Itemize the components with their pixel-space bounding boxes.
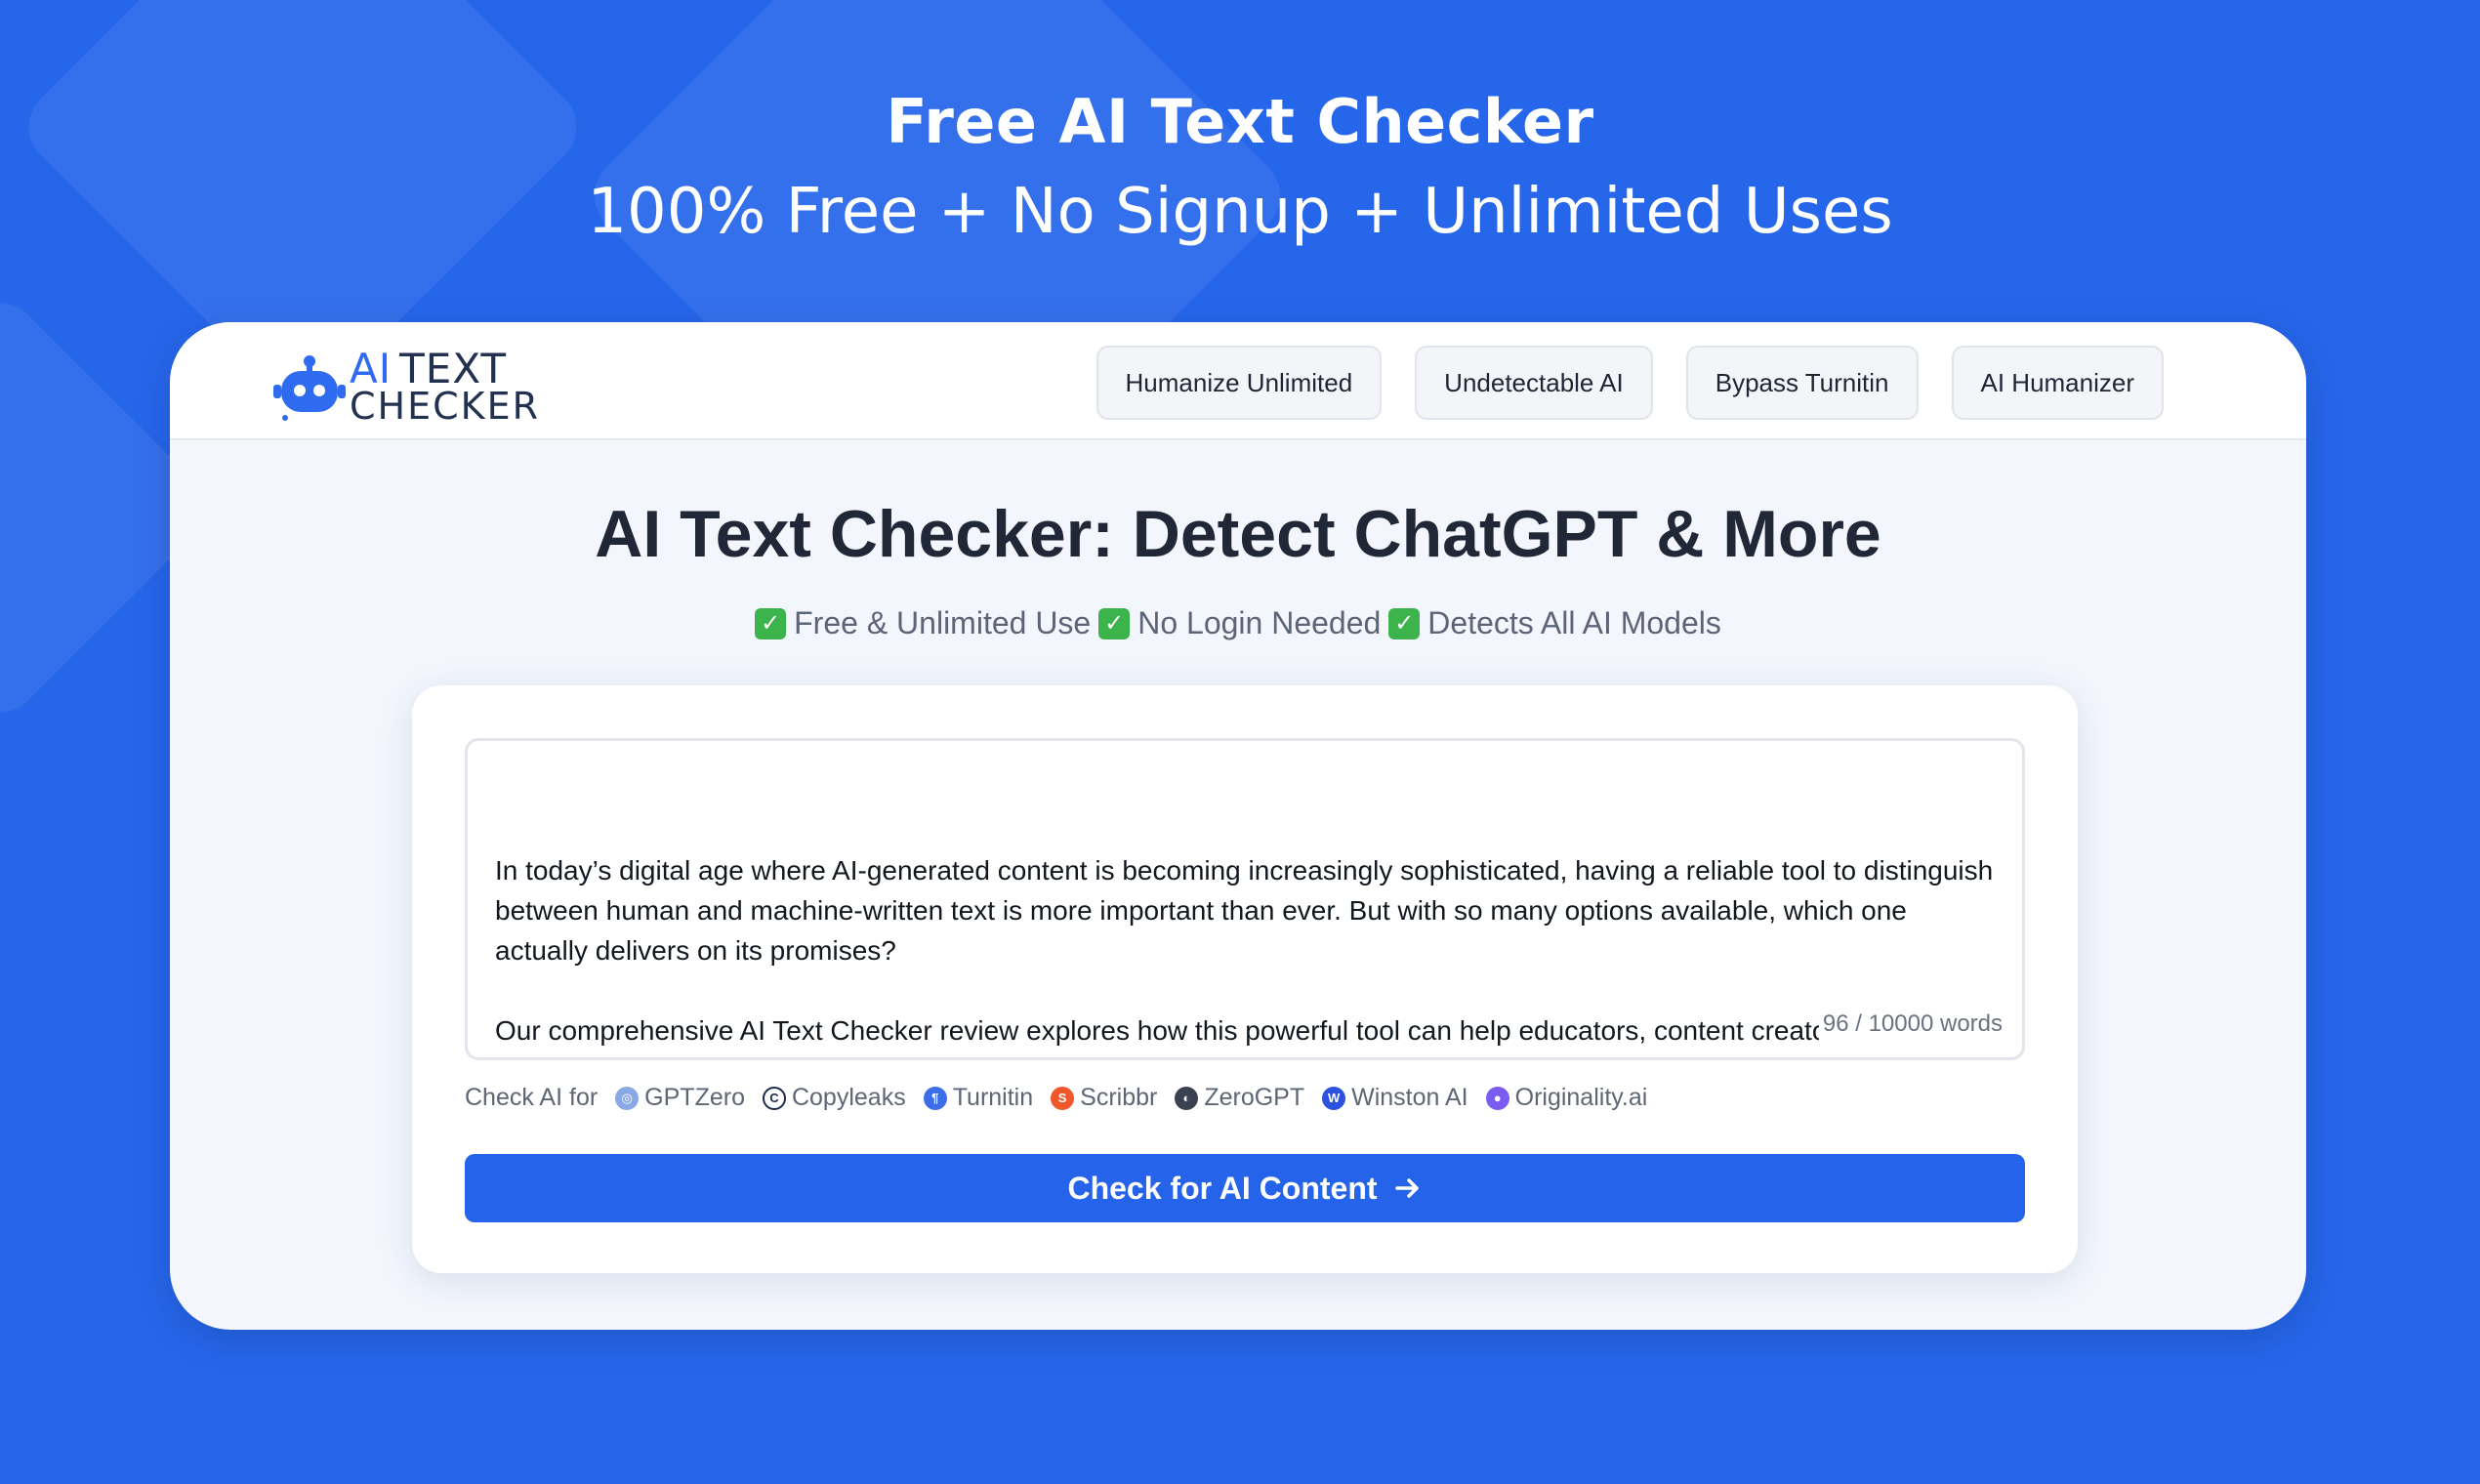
- page-title: AI Text Checker: Detect ChatGPT & More: [595, 497, 1881, 571]
- detector-item-scribbr[interactable]: S Scribbr: [1051, 1084, 1157, 1112]
- logo-checker-word: CHECKER: [350, 385, 540, 428]
- turnitin-icon: ¶: [923, 1086, 947, 1110]
- app-window: AI TEXT CHECKER Humanize Unlimited Undete…: [170, 322, 2306, 1330]
- originality-icon: ●: [1485, 1086, 1509, 1110]
- detector-label: Turnitin: [952, 1084, 1034, 1111]
- detector-label: ZeroGPT: [1204, 1084, 1305, 1111]
- detector-item-originality[interactable]: ● Originality.ai: [1485, 1084, 1648, 1112]
- hero-title: Free AI Text Checker: [886, 86, 1594, 157]
- feature-list: ✓ Free & Unlimited Use ✓ No Login Needed…: [170, 605, 2306, 641]
- hero-subtitle: 100% Free + No Signup + Unlimited Uses: [587, 176, 1893, 248]
- nav-links: Humanize Unlimited Undetectable AI Bypas…: [1095, 346, 2164, 420]
- top-navbar: AI TEXT CHECKER Humanize Unlimited Undete…: [170, 322, 2306, 440]
- zerogpt-icon: ◐: [1175, 1086, 1199, 1110]
- detector-label: Scribbr: [1080, 1084, 1158, 1111]
- detector-label: GPTZero: [644, 1084, 745, 1111]
- checker-card: In today’s digital age where AI-generate…: [412, 685, 2078, 1273]
- arrow-right-icon: [1394, 1178, 1419, 1198]
- feature-label: Detects All AI Models: [1427, 605, 1721, 640]
- site-logo[interactable]: AI TEXT CHECKER: [273, 348, 566, 426]
- feature-label: No Login Needed: [1137, 605, 1382, 640]
- submit-label: Check for AI Content: [1067, 1170, 1378, 1206]
- detector-prefix: Check AI for: [465, 1084, 599, 1111]
- detector-item-winston[interactable]: W Winston AI: [1322, 1084, 1468, 1112]
- nav-bypass-turnitin-button[interactable]: Bypass Turnitin: [1685, 346, 1919, 420]
- nav-ai-humanizer-button[interactable]: AI Humanizer: [1951, 346, 2164, 420]
- detector-label: Originality.ai: [1514, 1084, 1648, 1111]
- feature-item: ✓ Free & Unlimited Use: [755, 605, 1091, 641]
- feature-item: ✓ No Login Needed: [1098, 605, 1381, 641]
- check-for-ai-button[interactable]: Check for AI Content: [465, 1154, 2025, 1222]
- copyleaks-icon: C: [762, 1086, 786, 1110]
- text-input-area[interactable]: In today’s digital age where AI-generate…: [465, 738, 2025, 1060]
- winston-icon: W: [1322, 1086, 1346, 1110]
- robot-logo-icon: [273, 355, 346, 421]
- detector-item-gptzero[interactable]: ◎ GPTZero: [615, 1084, 745, 1112]
- text-input-content[interactable]: In today’s digital age where AI-generate…: [495, 850, 1995, 1057]
- gptzero-icon: ◎: [615, 1086, 640, 1110]
- check-mark-icon: ✓: [755, 607, 787, 639]
- check-mark-icon: ✓: [1388, 607, 1421, 639]
- scribbr-icon: S: [1051, 1086, 1075, 1110]
- nav-undetectable-ai-button[interactable]: Undetectable AI: [1415, 346, 1653, 420]
- feature-item: ✓ Detects All AI Models: [1388, 605, 1721, 641]
- word-count: 96 / 10000 words: [1818, 1004, 2006, 1044]
- nav-humanize-unlimited-button[interactable]: Humanize Unlimited: [1095, 346, 1383, 420]
- feature-label: Free & Unlimited Use: [794, 605, 1092, 640]
- detector-item-copyleaks[interactable]: C Copyleaks: [762, 1084, 906, 1112]
- detector-item-turnitin[interactable]: ¶ Turnitin: [923, 1084, 1034, 1112]
- detector-label: Winston AI: [1351, 1084, 1468, 1111]
- detector-label: Copyleaks: [791, 1084, 906, 1111]
- detector-list: Check AI for ◎ GPTZero C Copyleaks ¶ Tur…: [465, 1084, 1647, 1112]
- detector-item-zerogpt[interactable]: ◐ ZeroGPT: [1175, 1084, 1304, 1112]
- check-mark-icon: ✓: [1098, 607, 1131, 639]
